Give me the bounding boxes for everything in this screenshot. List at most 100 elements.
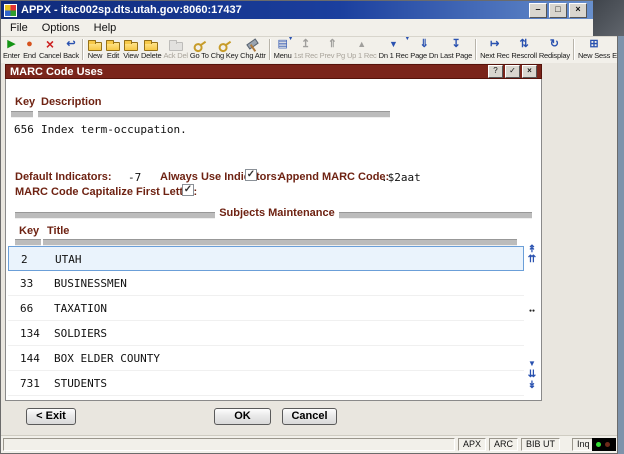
toolbar-button-label: Redisplay (538, 51, 570, 60)
form-ok-icon[interactable] (505, 65, 520, 78)
menubar: File Options Help (1, 19, 617, 37)
toolbar-button-next-rec[interactable]: Next Rec (479, 38, 510, 60)
toolbar-button-label: Edit (106, 51, 120, 60)
toolbar-button-label: End Sess (612, 51, 617, 60)
menu-options[interactable]: Options (35, 21, 87, 35)
toolbar-button-label: Menu (273, 51, 292, 60)
prevpg-icon (325, 38, 340, 51)
enter-icon (4, 38, 19, 51)
key-header-label: Key (15, 96, 36, 108)
chgattr-icon (245, 38, 261, 51)
menu-file[interactable]: File (3, 21, 35, 35)
form-window: MARC Code Uses Key Description 656 Index… (5, 64, 542, 401)
always-use-indicators-checkbox[interactable] (245, 169, 257, 181)
toolbar-button-label: Up 1 Rec (346, 51, 377, 60)
scroll-page-down-icon[interactable] (525, 369, 539, 380)
row-title: STUDENTS (54, 377, 107, 390)
menu-help[interactable]: Help (87, 21, 124, 35)
toolbar-button-up-1-rec: Up 1 Rec (346, 38, 378, 60)
toolbar-button-delete[interactable]: Delete (140, 38, 162, 60)
toolbar-button-go-to[interactable]: Go To (189, 38, 210, 60)
toolbar-button-1st-rec: 1st Rec (293, 38, 319, 60)
table-row-taxation[interactable]: 66 TAXATION (8, 296, 524, 321)
row-title: TAXATION (54, 302, 107, 315)
table-row-businessmen[interactable]: 33 BUSINESSMEN (8, 271, 524, 296)
toolbar-button-label: Back (63, 51, 79, 60)
back-icon (64, 38, 79, 51)
edit-icon (105, 38, 121, 51)
toolbar-button-redisplay[interactable]: Redisplay (538, 38, 571, 60)
form-titlebar-buttons (488, 65, 537, 78)
capitalize-first-letter-label: MARC Code Capitalize First Letter: (15, 186, 198, 198)
maximize-icon[interactable] (549, 2, 567, 18)
cancel-button[interactable]: Cancel (282, 408, 337, 425)
toolbar-button-chg-key[interactable]: Chg Key (210, 38, 239, 60)
toolbar-button-dn-1-rec[interactable]: Dn 1 Rec▼ (378, 37, 411, 60)
window-titlebar[interactable]: APPX - itac002sp.dts.utah.gov:8060:17437 (1, 1, 617, 19)
toolbar-button-new[interactable]: New (86, 38, 104, 60)
append-marc-code-value[interactable]: .$2aat (381, 171, 421, 184)
desktop-artifact (593, 0, 624, 36)
form-body: Key Description 656 Index term-occupatio… (5, 79, 542, 401)
close-icon[interactable] (569, 2, 587, 18)
new-icon (87, 38, 103, 51)
find-binoculars-icon[interactable] (525, 304, 539, 317)
default-indicators-value[interactable]: -7 (128, 171, 141, 184)
record-description-value: Index term-occupation. (41, 123, 187, 136)
toolbar-button-label: 1st Rec (293, 51, 318, 60)
client-area: MARC Code Uses Key Description 656 Index… (1, 63, 617, 436)
toolbar-separator (268, 39, 271, 60)
toolbar-button-view[interactable]: View (122, 38, 140, 60)
nextrec-icon (487, 38, 502, 51)
toolbar-button-label: Cancel (38, 51, 62, 60)
redisplay-icon (547, 38, 562, 51)
description-header-label: Description (41, 96, 102, 108)
minimize-icon[interactable] (529, 2, 547, 18)
help-icon[interactable] (488, 65, 503, 78)
toolbar-button-rescroll[interactable]: Rescroll (510, 38, 538, 60)
row-title: UTAH (55, 253, 82, 266)
toolbar-button-back[interactable]: Back (62, 38, 80, 60)
lastpage-icon (449, 38, 464, 51)
form-close-icon[interactable] (522, 65, 537, 78)
row-key: 66 (20, 302, 34, 315)
statusbar-panel-bib-ut: BIB UT (521, 438, 561, 451)
toolbar-button-edit[interactable]: Edit (104, 38, 122, 60)
session-status-indicator (592, 438, 616, 451)
toolbar-button-page-dn[interactable]: Page Dn (409, 38, 439, 60)
toolbar-button-end-sess[interactable]: End Sess (611, 38, 617, 60)
table-row-soldiers[interactable]: 134 SOLDIERS (8, 321, 524, 346)
row-key: 33 (20, 277, 34, 290)
table-row-box-elder-county[interactable]: 144 BOX ELDER COUNTY (8, 346, 524, 371)
toolbar-button-end[interactable]: End (21, 38, 38, 60)
toolbar-button-enter[interactable]: Enter (2, 38, 21, 60)
statusbar-panels: APX ARC BIB UT Inq (458, 438, 595, 451)
end-icon (22, 38, 37, 51)
toolbar-button-new-sess[interactable]: New Sess (577, 38, 611, 60)
toolbar-button-menu[interactable]: Menu▼ (273, 37, 294, 60)
row-title: SOLDIERS (54, 327, 107, 340)
scroll-down-icon[interactable] (525, 358, 539, 369)
app-window: APPX - itac002sp.dts.utah.gov:8060:17437… (0, 0, 618, 454)
scroll-page-up-icon[interactable] (525, 254, 539, 265)
toolbar-button-label: Page Dn (410, 51, 439, 60)
statusbar-panel-apx: APX (458, 438, 487, 451)
table-row-utah[interactable]: 2 UTAH (8, 246, 524, 271)
table-row-students[interactable]: 731 STUDENTS (8, 371, 524, 396)
subjects-key-bar (15, 239, 41, 246)
statusbar-panel-arc: ARC (489, 438, 519, 451)
ok-button[interactable]: OK (214, 408, 271, 425)
row-key: 2 (21, 253, 28, 266)
exit-button[interactable]: < Exit (26, 408, 76, 425)
row-title: BOX ELDER COUNTY (54, 352, 160, 365)
subjects-key-header: Key (19, 225, 40, 237)
scroll-to-bottom-icon[interactable] (525, 380, 539, 391)
row-title: BUSINESSMEN (54, 277, 127, 290)
toolbar-button-label: Prev Pg (319, 51, 345, 60)
toolbar-button-last-page[interactable]: Last Page (439, 38, 473, 60)
form-titlebar: MARC Code Uses (5, 64, 542, 79)
capitalize-first-letter-checkbox[interactable] (182, 184, 194, 196)
toolbar-button-cancel[interactable]: Cancel (38, 38, 62, 60)
toolbar-button-chg-attr[interactable]: Chg Attr (239, 38, 267, 60)
statusbar: APX ARC BIB UT Inq (1, 435, 617, 453)
